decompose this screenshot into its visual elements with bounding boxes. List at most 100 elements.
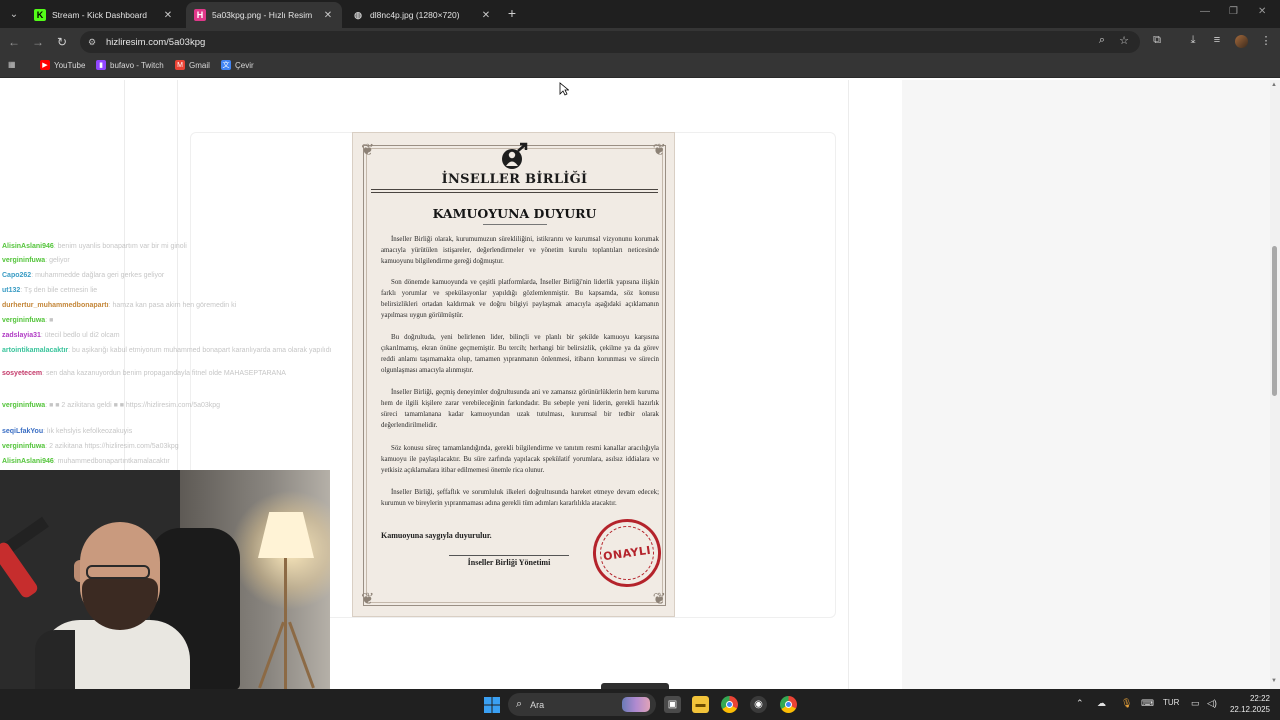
corner-ornament: ❦: [652, 591, 666, 608]
search-highlight-icon: [622, 697, 650, 712]
chat-message: vergininfuwa: 2 azikitana https://hizlir…: [2, 442, 179, 451]
tray-expand-icon[interactable]: ⌃: [1076, 698, 1084, 709]
document-paragraph: İnseller Birliği, şeffaflık ve sorumlulu…: [381, 489, 659, 507]
bookmark-youtube[interactable]: ▶ YouTube: [40, 60, 85, 70]
tab-strip: ⌄ K Stream - Kick Dashboard ✕ H 5a03kpg.…: [0, 0, 1280, 28]
chat-username: vergininfuwa: [2, 443, 46, 450]
chrome-profile-icon[interactable]: [780, 696, 797, 713]
media-control-icon[interactable]: ≡: [1210, 34, 1224, 50]
chat-username: durhertur_muhammedbonapartı: [2, 302, 109, 309]
maximize-icon[interactable]: ❐: [1229, 6, 1238, 17]
download-icon[interactable]: ⤓: [1186, 34, 1200, 50]
scroll-down-icon[interactable]: ▼: [1271, 678, 1277, 684]
zoom-icon[interactable]: ⌕: [1095, 34, 1109, 47]
url-text[interactable]: hizliresim.com/5a03kpg: [106, 37, 1140, 48]
clock-time: 22:22: [1249, 694, 1270, 703]
chat-text: : muhammedbonapartıntkamalacaktır: [53, 458, 170, 465]
corner-ornament: ❦: [361, 142, 375, 159]
chat-text: : lık kehslyis kefolkeozakuyis: [43, 428, 133, 435]
chat-text: : ■ ■ 2 azikitana geldi ■ ■ https://hizl…: [45, 402, 221, 409]
hizliresim-icon: H: [194, 9, 206, 21]
scrollbar-thumb[interactable]: [1272, 246, 1277, 396]
network-icon[interactable]: ▭: [1191, 698, 1200, 709]
onedrive-icon[interactable]: ☁: [1097, 698, 1106, 709]
close-icon[interactable]: ✕: [162, 10, 174, 21]
document-paragraph: Bu doğrultuda, yeni belirlenen lider, bi…: [381, 334, 659, 374]
bookmark-translate[interactable]: 文 Çevir: [221, 60, 254, 70]
chat-username: zadslayia31: [2, 332, 41, 339]
forward-icon[interactable]: →: [30, 34, 46, 50]
microphone-icon[interactable]: 🎙: [1121, 698, 1132, 709]
globe-icon: ◍: [354, 9, 362, 20]
gmail-icon: M: [175, 60, 185, 70]
scroll-up-icon[interactable]: ▲: [1271, 82, 1277, 88]
file-explorer-icon[interactable]: ▬: [692, 696, 709, 713]
chrome-icon[interactable]: [721, 696, 738, 713]
document-heading: KAMUOYUNA DUYURU: [432, 206, 597, 221]
reload-icon[interactable]: ↻: [54, 34, 70, 50]
document-paragraph: Son dönemde kamuoyunda ve çeşitli platfo…: [381, 279, 659, 319]
site-info-icon[interactable]: ⚙: [88, 37, 100, 48]
chat-message: ut132: Tş den bile cetmesin lie: [2, 286, 97, 295]
document-signature: İnseller Birliği Yönetimi: [467, 558, 551, 567]
bookmarks-bar: ▦ ▶ YouTube ▮ bufavo - Twitch M Gmail 文 …: [0, 56, 1280, 78]
bookmark-label: Gmail: [189, 60, 210, 70]
profile-avatar[interactable]: [1235, 35, 1248, 48]
chat-text: : 2 azikitana https://hizliresim.com/5a0…: [45, 443, 179, 450]
document-greeting: Kamuoyuna saygıyla duyurulur.: [381, 531, 492, 540]
document-paragraph: İnseller Birliği, geçmiş deneyimler doğr…: [381, 389, 659, 429]
divider: [371, 189, 658, 190]
tab-title: dl8nc4p.jpg (1280×720): [370, 10, 460, 20]
tab-image[interactable]: ◍ dl8nc4p.jpg (1280×720) ✕: [344, 2, 500, 28]
language-indicator[interactable]: TUR: [1163, 698, 1179, 707]
divider: [371, 192, 658, 193]
webcam-overlay: [0, 470, 330, 690]
menu-icon[interactable]: ⋮: [1259, 34, 1273, 50]
bookmark-star-icon[interactable]: ☆: [1117, 34, 1131, 47]
address-bar[interactable]: ⚙ hizliresim.com/5a03kpg: [80, 31, 1140, 53]
twitch-icon: ▮: [96, 60, 106, 70]
keyboard-icon[interactable]: ⌨: [1141, 698, 1154, 709]
volume-icon[interactable]: ◁): [1207, 698, 1217, 709]
chat-text: : ■: [45, 317, 54, 324]
extensions-icon[interactable]: ⧉: [1150, 34, 1164, 50]
signature-line: [449, 555, 569, 556]
task-view-icon[interactable]: ▣: [664, 696, 681, 713]
chat-text: : geliyor: [45, 257, 70, 264]
streamer-glasses: [86, 565, 150, 579]
chat-text: : ütecil bedlo ul di2 olcam: [40, 332, 120, 339]
chat-username: AlisinAslani946: [2, 458, 54, 465]
windows-taskbar: ⌕ Ara ▣ ▬ ◉ ⌃ ☁ 🎙 ⌨ TUR ▭ ◁) 22:22 22.12…: [0, 689, 1280, 720]
bookmark-gmail[interactable]: M Gmail: [175, 60, 210, 70]
chat-message: vergininfuwa: ■: [2, 316, 53, 325]
chat-message: AlisinAslani946: benim uyanlis bonapartı…: [2, 242, 187, 251]
system-clock[interactable]: 22:22 22.12.2025: [1228, 693, 1270, 715]
bookmark-label: bufavo - Twitch: [110, 60, 164, 70]
bookmark-twitch[interactable]: ▮ bufavo - Twitch: [96, 60, 164, 70]
back-icon[interactable]: ←: [6, 34, 22, 50]
tab-hizliresim[interactable]: H 5a03kpg.png - Hızlı Resim ✕: [186, 2, 342, 28]
chat-username: Capo262: [2, 272, 32, 279]
close-icon[interactable]: ✕: [322, 10, 334, 21]
corner-ornament: ❦: [652, 142, 666, 159]
new-tab-button[interactable]: +: [505, 6, 519, 20]
apps-grid-icon[interactable]: ▦: [8, 60, 16, 69]
stamp-text: ONAYLI: [602, 543, 652, 563]
taskbar-search[interactable]: ⌕ Ara: [508, 693, 656, 716]
tab-search-button[interactable]: ⌄: [5, 5, 23, 23]
chat-username: sosyetecem: [2, 370, 43, 377]
chat-message: artointikamalacaktır: bu aşikarığı kabul…: [2, 346, 332, 355]
minimize-icon[interactable]: —: [1200, 6, 1210, 17]
windows-start-icon[interactable]: [483, 696, 500, 713]
translate-icon: 文: [221, 60, 231, 70]
obs-icon[interactable]: ◉: [750, 696, 767, 713]
microphone: [0, 540, 40, 600]
close-window-icon[interactable]: ✕: [1258, 6, 1266, 17]
close-icon[interactable]: ✕: [480, 10, 492, 21]
corner-ornament: ❦: [361, 591, 375, 608]
right-sidebar: [902, 80, 1270, 689]
youtube-icon: ▶: [40, 60, 50, 70]
document-paragraph: Söz konusu süreç tamamlandığında, gerekl…: [381, 445, 659, 474]
announcement-image[interactable]: ❦ ❦ ❦ ❦ İNSELLER BİRLİĞİ KAMUOYUNA DUYUR…: [352, 132, 675, 617]
tab-kick-dashboard[interactable]: K Stream - Kick Dashboard ✕: [26, 2, 182, 28]
